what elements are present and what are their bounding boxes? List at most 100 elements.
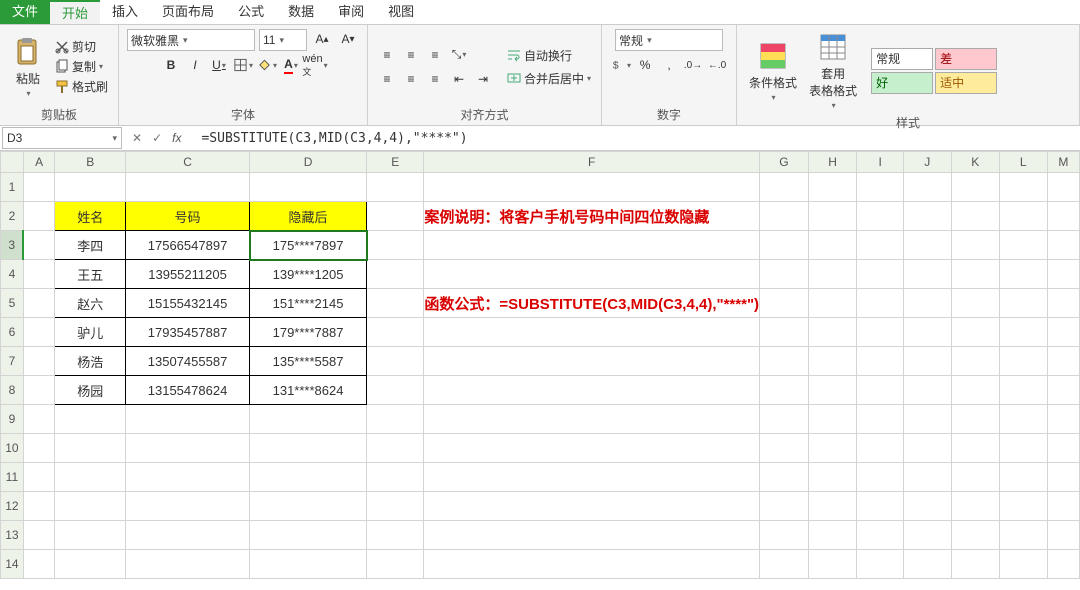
fill-color-button[interactable]: ▾ xyxy=(256,55,278,75)
tab-insert[interactable]: 插入 xyxy=(100,0,150,24)
cell-I11[interactable] xyxy=(857,463,904,492)
cell-E1[interactable] xyxy=(367,173,424,202)
cell-F2[interactable]: 案例说明：将客户手机号码中间四位数隐藏 xyxy=(424,202,760,231)
tab-home[interactable]: 开始 xyxy=(50,0,100,24)
col-header-A[interactable]: A xyxy=(23,152,55,173)
cell-H13[interactable] xyxy=(808,521,857,550)
align-right-button[interactable]: ≡ xyxy=(424,69,446,89)
style-normal[interactable]: 常规 xyxy=(871,48,933,70)
cell-I13[interactable] xyxy=(857,521,904,550)
bold-button[interactable]: B xyxy=(160,55,182,75)
cell-E5[interactable] xyxy=(367,289,424,318)
cell-C7[interactable]: 13507455587 xyxy=(126,347,250,376)
cell-I9[interactable] xyxy=(857,405,904,434)
cell-D13[interactable] xyxy=(250,521,367,550)
cell-A9[interactable] xyxy=(23,405,55,434)
cell-F11[interactable] xyxy=(424,463,760,492)
cell-F10[interactable] xyxy=(424,434,760,463)
cancel-formula-button[interactable]: ✕ xyxy=(132,131,142,145)
cell-F9[interactable] xyxy=(424,405,760,434)
cell-L8[interactable] xyxy=(999,376,1047,405)
cell-I3[interactable] xyxy=(857,231,904,260)
cell-F6[interactable] xyxy=(424,318,760,347)
cell-L2[interactable] xyxy=(999,202,1047,231)
paste-button[interactable]: 粘贴▾ xyxy=(8,34,48,100)
cell-H4[interactable] xyxy=(808,260,857,289)
row-header-7[interactable]: 7 xyxy=(1,347,24,376)
cell-D1[interactable] xyxy=(250,173,367,202)
col-header-D[interactable]: D xyxy=(250,152,367,173)
cell-J11[interactable] xyxy=(903,463,951,492)
cell-M12[interactable] xyxy=(1047,492,1079,521)
cell-J4[interactable] xyxy=(903,260,951,289)
cell-C1[interactable] xyxy=(126,173,250,202)
cell-B10[interactable] xyxy=(55,434,126,463)
cell-K9[interactable] xyxy=(951,405,999,434)
cell-I5[interactable] xyxy=(857,289,904,318)
cell-B6[interactable]: 驴儿 xyxy=(55,318,126,347)
cell-L11[interactable] xyxy=(999,463,1047,492)
cell-J7[interactable] xyxy=(903,347,951,376)
col-header-K[interactable]: K xyxy=(951,152,999,173)
col-header-B[interactable]: B xyxy=(55,152,126,173)
col-header-L[interactable]: L xyxy=(999,152,1047,173)
cell-C3[interactable]: 17566547897 xyxy=(126,231,250,260)
cell-H2[interactable] xyxy=(808,202,857,231)
cell-D2[interactable]: 隐藏后 xyxy=(250,202,367,231)
cell-E2[interactable] xyxy=(367,202,424,231)
tab-review[interactable]: 审阅 xyxy=(326,0,376,24)
fx-icon[interactable]: fx xyxy=(172,131,181,145)
cell-J2[interactable] xyxy=(903,202,951,231)
cell-F8[interactable] xyxy=(424,376,760,405)
align-top-button[interactable]: ≡ xyxy=(376,45,398,65)
cell-M5[interactable] xyxy=(1047,289,1079,318)
cell-A5[interactable] xyxy=(23,289,55,318)
align-left-button[interactable]: ≡ xyxy=(376,69,398,89)
cell-K5[interactable] xyxy=(951,289,999,318)
cell-F7[interactable] xyxy=(424,347,760,376)
cell-L10[interactable] xyxy=(999,434,1047,463)
cell-M2[interactable] xyxy=(1047,202,1079,231)
cell-H9[interactable] xyxy=(808,405,857,434)
cell-F4[interactable] xyxy=(424,260,760,289)
cell-H1[interactable] xyxy=(808,173,857,202)
cell-E9[interactable] xyxy=(367,405,424,434)
cell-G12[interactable] xyxy=(760,492,809,521)
row-header-6[interactable]: 6 xyxy=(1,318,24,347)
row-header-13[interactable]: 13 xyxy=(1,521,24,550)
col-header-I[interactable]: I xyxy=(857,152,904,173)
cell-C9[interactable] xyxy=(126,405,250,434)
cell-L9[interactable] xyxy=(999,405,1047,434)
cell-D9[interactable] xyxy=(250,405,367,434)
cell-I6[interactable] xyxy=(857,318,904,347)
row-header-11[interactable]: 11 xyxy=(1,463,24,492)
cell-E11[interactable] xyxy=(367,463,424,492)
cell-B3[interactable]: 李四 xyxy=(55,231,126,260)
cell-A2[interactable] xyxy=(23,202,55,231)
cell-E6[interactable] xyxy=(367,318,424,347)
cell-F14[interactable] xyxy=(424,550,760,579)
cell-A8[interactable] xyxy=(23,376,55,405)
cell-I12[interactable] xyxy=(857,492,904,521)
indent-increase-button[interactable]: ⇥ xyxy=(472,69,494,89)
cell-K1[interactable] xyxy=(951,173,999,202)
cell-D6[interactable]: 179****7887 xyxy=(250,318,367,347)
cell-H7[interactable] xyxy=(808,347,857,376)
cell-G8[interactable] xyxy=(760,376,809,405)
cell-F12[interactable] xyxy=(424,492,760,521)
cell-A14[interactable] xyxy=(23,550,55,579)
cell-I7[interactable] xyxy=(857,347,904,376)
cell-I10[interactable] xyxy=(857,434,904,463)
shrink-font-button[interactable]: A▾ xyxy=(337,29,359,49)
col-header-F[interactable]: F xyxy=(424,152,760,173)
cell-E10[interactable] xyxy=(367,434,424,463)
cell-M1[interactable] xyxy=(1047,173,1079,202)
orientation-button[interactable]: ⤡▾ xyxy=(448,45,470,65)
decrease-decimal-button[interactable]: ←.0 xyxy=(706,55,728,75)
cell-I4[interactable] xyxy=(857,260,904,289)
cell-E3[interactable] xyxy=(367,231,424,260)
cell-I8[interactable] xyxy=(857,376,904,405)
cell-C14[interactable] xyxy=(126,550,250,579)
cell-E14[interactable] xyxy=(367,550,424,579)
cell-K10[interactable] xyxy=(951,434,999,463)
